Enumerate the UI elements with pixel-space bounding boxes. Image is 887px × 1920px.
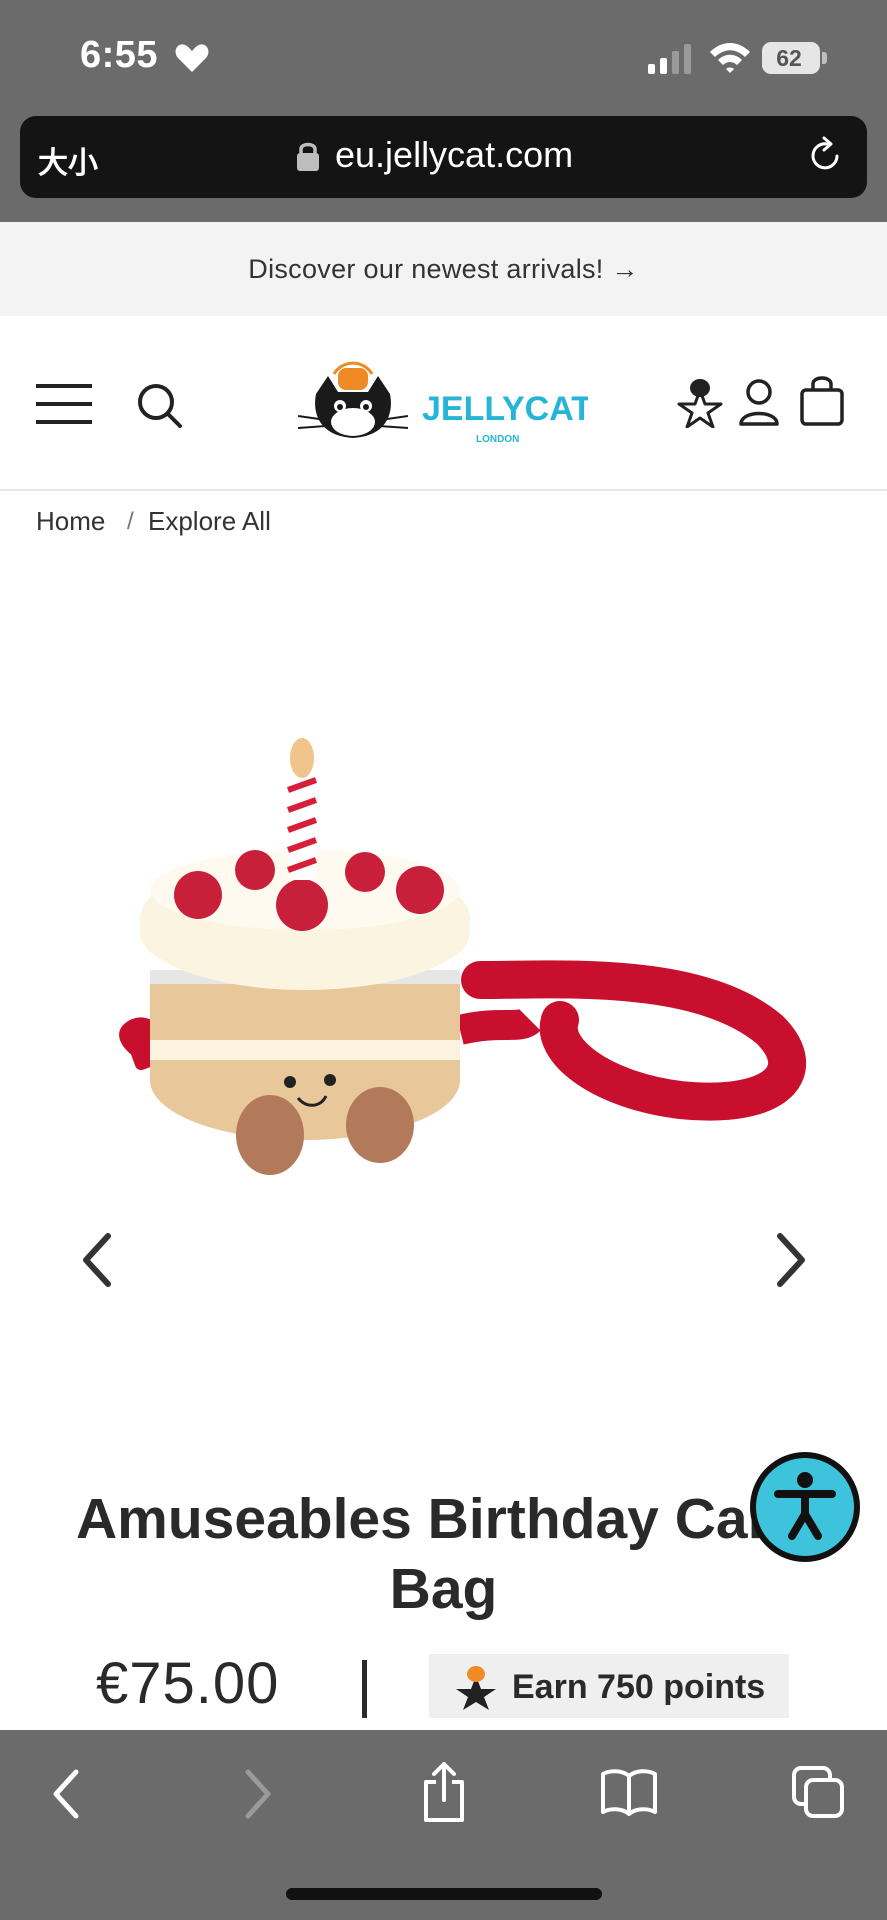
- url-text[interactable]: eu.jellycat.com: [335, 134, 573, 176]
- wifi-icon: [710, 43, 750, 73]
- text-size-button[interactable]: 大小: [38, 138, 98, 182]
- breadcrumb-separator: /: [127, 508, 134, 535]
- share-icon[interactable]: [420, 1760, 468, 1824]
- price-divider: [362, 1660, 367, 1718]
- battery-level: 62: [776, 45, 802, 71]
- breadcrumb-current-link[interactable]: Explore All: [148, 506, 271, 537]
- shopping-bag-icon[interactable]: [798, 374, 846, 426]
- promo-banner-text[interactable]: Discover our newest arrivals! →: [0, 254, 887, 285]
- cellular-signal-icon: [648, 44, 691, 74]
- bookmarks-icon[interactable]: [600, 1768, 658, 1816]
- header-divider: [0, 489, 887, 491]
- next-image-arrow[interactable]: [770, 1232, 810, 1288]
- heart-icon: [175, 44, 209, 72]
- home-indicator: [286, 1888, 602, 1900]
- logo-wordmark: JELLYCAT: [422, 390, 588, 428]
- forward-icon[interactable]: [240, 1768, 276, 1820]
- battery-cap: [822, 52, 827, 64]
- accessibility-icon: [774, 1472, 836, 1540]
- accessibility-button[interactable]: [750, 1452, 860, 1562]
- back-icon[interactable]: [48, 1768, 84, 1820]
- rewards-star-icon[interactable]: [676, 376, 724, 428]
- status-time: 6:55: [80, 34, 159, 76]
- rewards-star-icon: [456, 1666, 496, 1710]
- product-image[interactable]: [80, 730, 820, 1200]
- earn-points-text[interactable]: Earn 750 points: [512, 1668, 765, 1707]
- breadcrumb-home-link[interactable]: Home: [36, 506, 105, 537]
- previous-image-arrow[interactable]: [78, 1232, 118, 1288]
- account-icon[interactable]: [738, 378, 780, 426]
- reload-icon[interactable]: [805, 136, 845, 176]
- product-title: Amuseables Birthday Cake Bag: [76, 1487, 811, 1621]
- search-icon[interactable]: [136, 382, 184, 430]
- product-price: €75.00: [96, 1651, 280, 1716]
- jellycat-logo[interactable]: JELLYCAT LONDON: [298, 354, 588, 454]
- lock-icon: [297, 142, 319, 171]
- hamburger-menu-icon[interactable]: [36, 382, 92, 426]
- tabs-icon[interactable]: [790, 1764, 846, 1820]
- logo-subtext: LONDON: [476, 434, 519, 445]
